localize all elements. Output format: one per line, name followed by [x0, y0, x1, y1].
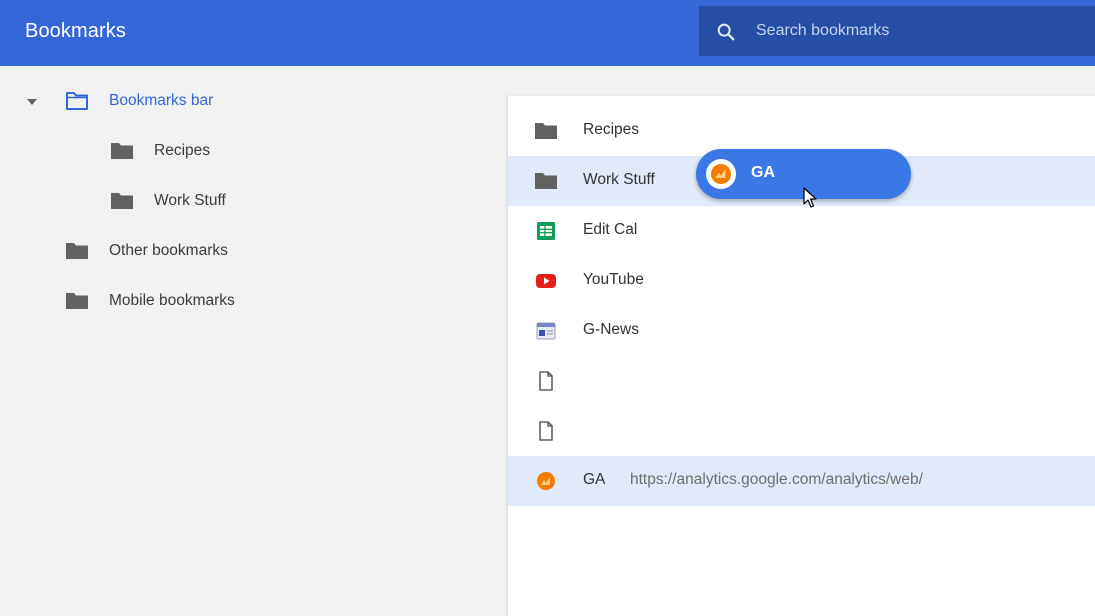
sidebar-item-label: Recipes	[154, 142, 210, 159]
list-item[interactable]: YouTube	[508, 256, 1095, 306]
bookmark-title: Edit Cal	[583, 221, 638, 238]
sidebar-item-other-bookmarks[interactable]: Other bookmarks	[65, 231, 228, 271]
list-item[interactable]: G-News	[508, 306, 1095, 356]
bookmark-title: YouTube	[583, 271, 644, 288]
sidebar-item-label: Bookmarks bar	[109, 92, 214, 109]
news-icon	[536, 322, 556, 340]
drag-chip-label: GA	[751, 164, 775, 181]
youtube-icon	[536, 274, 556, 288]
list-item[interactable]	[508, 406, 1095, 456]
page-icon	[539, 371, 553, 391]
sheets-icon	[537, 222, 555, 240]
analytics-icon	[537, 472, 555, 490]
page-icon	[539, 421, 553, 441]
search-icon[interactable]	[715, 21, 737, 43]
analytics-icon-wrapper	[706, 159, 736, 189]
sidebar-item-mobile-bookmarks[interactable]: Mobile bookmarks	[65, 281, 235, 321]
bookmark-title: Work Stuff	[583, 171, 655, 188]
bookmark-title: Recipes	[583, 121, 639, 138]
folder-outline-icon	[66, 92, 88, 110]
folder-icon	[66, 243, 88, 259]
cursor-icon	[803, 187, 817, 208]
bookmark-url: https://analytics.google.com/analytics/w…	[630, 471, 923, 488]
folder-icon	[535, 173, 557, 189]
search-input[interactable]	[756, 19, 1076, 43]
folder-icon	[66, 293, 88, 309]
sidebar-item-work-stuff[interactable]: Work Stuff	[110, 181, 226, 221]
list-item[interactable]: Edit Cal	[508, 206, 1095, 256]
folder-icon	[111, 193, 133, 209]
list-item[interactable]: GA https://analytics.google.com/analytic…	[508, 456, 1095, 506]
search-box[interactable]	[699, 6, 1095, 56]
app-title: Bookmarks	[25, 20, 126, 42]
expand-arrow-icon[interactable]	[25, 97, 39, 107]
bookmark-title: G-News	[583, 321, 639, 338]
sidebar-item-label: Other bookmarks	[109, 242, 228, 259]
folder-icon	[111, 143, 133, 159]
sidebar-item-recipes[interactable]: Recipes	[110, 131, 210, 171]
list-item[interactable]	[508, 356, 1095, 406]
bookmark-title: GA	[583, 471, 606, 488]
folder-icon	[535, 123, 557, 139]
sidebar-item-bookmarks-bar[interactable]: Bookmarks bar	[65, 81, 213, 121]
analytics-icon	[711, 164, 731, 184]
sidebar-item-label: Work Stuff	[154, 192, 226, 209]
top-app-bar: Bookmarks	[0, 0, 1095, 66]
sidebar-item-label: Mobile bookmarks	[109, 292, 235, 309]
